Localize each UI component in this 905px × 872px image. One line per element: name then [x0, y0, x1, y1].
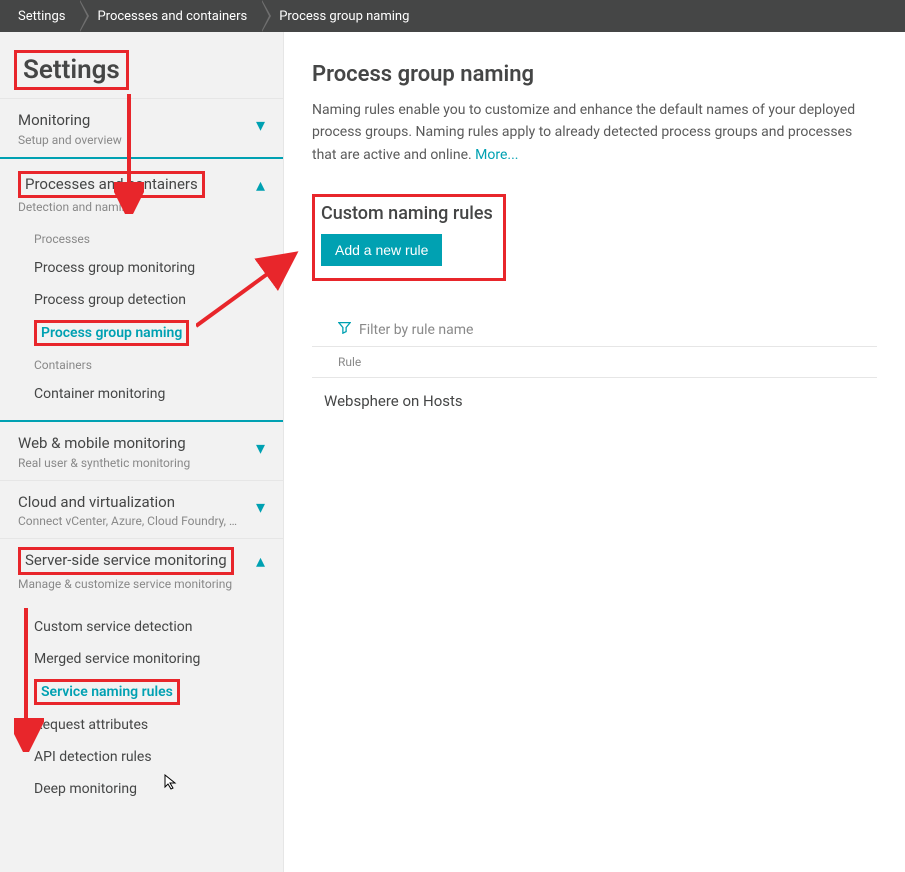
section-subtitle: Detection and naming [18, 200, 205, 214]
filter-row[interactable]: Filter by rule name [312, 315, 877, 347]
section-title: Server-side service monitoring [25, 551, 227, 569]
sidebar-section-processes-containers[interactable]: Processes and containers Detection and n… [0, 157, 283, 421]
add-new-rule-button[interactable]: Add a new rule [321, 234, 442, 266]
section-subtitle: Connect vCenter, Azure, Cloud Foundry, K… [18, 514, 238, 528]
settings-sidebar: Settings Monitoring Setup and overview P… [0, 32, 284, 872]
subhead-processes: Processes [0, 224, 283, 252]
sidebar-item-custom-service-detection[interactable]: Custom service detection [0, 611, 283, 643]
sidebar-item-process-group-detection[interactable]: Process group detection [0, 284, 283, 316]
sidebar-item-process-group-monitoring[interactable]: Process group monitoring [0, 252, 283, 284]
page-title: Process group naming [312, 62, 877, 87]
chevron-down-icon [256, 117, 265, 135]
section-subtitle: Real user & synthetic monitoring [18, 456, 190, 470]
cursor-icon [164, 774, 180, 794]
table-column-header: Rule [312, 347, 877, 378]
section-title: Monitoring [18, 111, 122, 131]
page-description: Naming rules enable you to customize and… [312, 99, 877, 166]
chevron-up-icon [256, 177, 265, 195]
sidebar-item-deep-monitoring[interactable]: Deep monitoring [0, 773, 283, 805]
section-title: Web & mobile monitoring [18, 434, 190, 454]
custom-naming-rules-card: Custom naming rules Add a new rule [312, 194, 506, 281]
more-link[interactable]: More... [475, 147, 518, 163]
custom-naming-rules-heading: Custom naming rules [321, 203, 493, 224]
sidebar-section-monitoring[interactable]: Monitoring Setup and overview [0, 98, 283, 157]
sidebar-section-web-mobile[interactable]: Web & mobile monitoring Real user & synt… [0, 420, 283, 480]
subhead-containers: Containers [0, 350, 283, 378]
sidebar-section-server-side[interactable]: Server-side service monitoring Manage & … [0, 538, 283, 815]
section-subtitle: Setup and overview [18, 133, 122, 147]
sidebar-item-process-group-naming[interactable]: Process group naming [0, 316, 283, 350]
breadcrumb-item-settings[interactable]: Settings [0, 0, 79, 32]
sidebar-section-cloud-virtualization[interactable]: Cloud and virtualization Connect vCenter… [0, 480, 283, 539]
sidebar-item-container-monitoring[interactable]: Container monitoring [0, 378, 283, 410]
sidebar-item-merged-service-monitoring[interactable]: Merged service monitoring [0, 643, 283, 675]
section-title: Processes and containers [25, 175, 198, 193]
sidebar-item-api-detection-rules[interactable]: API detection rules [0, 741, 283, 773]
sidebar-title: Settings [14, 50, 129, 90]
main-content: Process group naming Naming rules enable… [284, 32, 905, 872]
chevron-up-icon [256, 553, 265, 571]
sidebar-item-service-naming-rules[interactable]: Service naming rules [0, 675, 283, 709]
chevron-down-icon [256, 499, 265, 517]
breadcrumb-item-processes[interactable]: Processes and containers [79, 0, 261, 32]
table-row[interactable]: Websphere on Hosts [312, 378, 877, 424]
chevron-down-icon [256, 440, 265, 458]
section-subtitle: Manage & customize service monitoring [18, 577, 234, 591]
breadcrumb-item-current: Process group naming [261, 0, 423, 32]
filter-placeholder: Filter by rule name [359, 322, 473, 338]
sidebar-item-request-attributes[interactable]: Request attributes [0, 709, 283, 741]
section-title: Cloud and virtualization [18, 493, 238, 513]
breadcrumb: Settings Processes and containers Proces… [0, 0, 905, 32]
filter-icon [338, 321, 351, 338]
